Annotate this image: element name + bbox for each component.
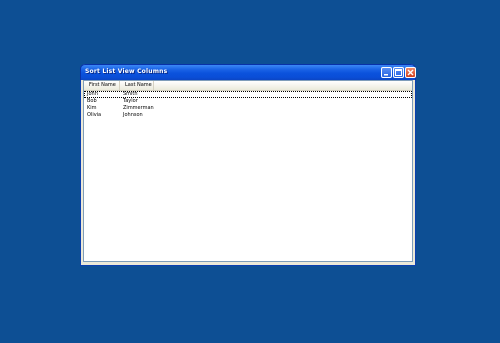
maximize-icon (395, 69, 402, 76)
list-view-rows: John Smith Bob Taylor Kim Zimmerman Oliv… (84, 91, 412, 119)
list-item[interactable]: Kim Zimmerman (84, 105, 412, 112)
list-item[interactable]: John Smith (84, 91, 412, 98)
cell-first-name: Bob (87, 98, 97, 104)
minimize-button[interactable] (381, 67, 392, 78)
list-view[interactable]: First Name Last Name John Smith Bob Tayl… (83, 80, 413, 262)
cell-last-name: Smith (123, 91, 138, 97)
window-title: Sort List View Columns (85, 68, 168, 75)
column-header-first-name[interactable]: First Name (84, 81, 120, 90)
maximize-button[interactable] (393, 67, 404, 78)
close-icon (407, 69, 414, 76)
close-button[interactable] (405, 67, 416, 78)
title-bar[interactable]: Sort List View Columns (80, 64, 416, 80)
cell-last-name: Taylor (123, 98, 138, 104)
app-window: Sort List View Columns First Name Last N… (80, 64, 416, 266)
cell-first-name: Kim (87, 105, 97, 111)
list-view-header: First Name Last Name (84, 81, 412, 91)
cell-last-name: Johnson (123, 112, 143, 118)
cell-last-name: Zimmerman (123, 105, 154, 111)
list-item[interactable]: Bob Taylor (84, 98, 412, 105)
column-header-last-name[interactable]: Last Name (120, 81, 154, 90)
list-item[interactable]: Olivia Johnson (84, 112, 412, 119)
minimize-icon (384, 74, 388, 76)
cell-first-name: Olivia (87, 112, 102, 118)
cell-first-name: John (87, 91, 98, 97)
